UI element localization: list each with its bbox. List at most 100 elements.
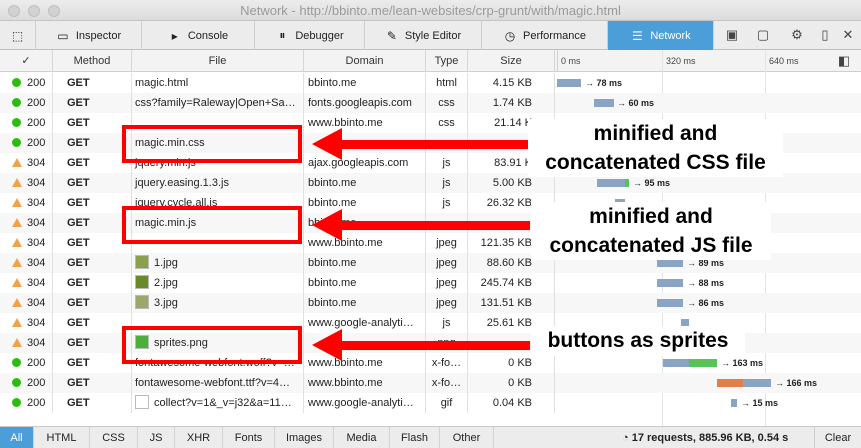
- filter-js-button[interactable]: JS: [138, 427, 175, 448]
- request-row[interactable]: 304 GET 2.jpg bbinto.me jpeg 245.74 KB → 88 ms: [0, 273, 861, 293]
- size-cell: 0.04 KB: [468, 393, 555, 413]
- sprites-file-highlight: [122, 326, 302, 364]
- timing-bar: [717, 379, 743, 387]
- dock-side-icon[interactable]: ▯: [817, 27, 833, 43]
- domain-cell: www.google-analyti…: [304, 393, 426, 413]
- filter-flash-button[interactable]: Flash: [390, 427, 440, 448]
- filter-html-button[interactable]: HTML: [34, 427, 90, 448]
- filter-fonts-button[interactable]: Fonts: [223, 427, 275, 448]
- method-cell: GET: [53, 293, 132, 313]
- css-arrow-shaft: [340, 140, 530, 149]
- status-column-header[interactable]: ✓: [0, 50, 53, 72]
- tab-performance[interactable]: ◷ Performance: [482, 21, 608, 50]
- not-modified-icon: [12, 238, 22, 247]
- timing-bar: [557, 79, 581, 87]
- domain-cell: bbinto.me: [304, 273, 426, 293]
- domain-column-header[interactable]: Domain: [304, 50, 426, 72]
- timing-label: → 166 ms: [775, 378, 818, 388]
- type-cell: js: [426, 313, 468, 333]
- request-row[interactable]: 304 GET 3.jpg bbinto.me jpeg 131.51 KB → 86 ms: [0, 293, 861, 313]
- timeline-cell: → 15 ms: [555, 393, 861, 413]
- type-cell: css: [426, 113, 468, 133]
- not-modified-icon: [12, 158, 22, 167]
- method-column-header[interactable]: Method: [53, 50, 132, 72]
- tab-style-editor[interactable]: ✎ Style Editor: [365, 21, 482, 50]
- status-code: 304: [27, 217, 46, 229]
- request-row[interactable]: 200 GET fontawesome-webfont.ttf?v=4… www.bb…: [0, 373, 861, 393]
- type-cell: css: [426, 93, 468, 113]
- method-cell: GET: [53, 233, 132, 253]
- status-code: 200: [27, 357, 46, 369]
- timeline-cell: → 86 ms: [555, 293, 861, 313]
- timing-bar: [625, 179, 629, 187]
- filter-all-button[interactable]: All: [0, 427, 34, 448]
- tab-network[interactable]: ☰ Network: [608, 21, 714, 50]
- size-column-header[interactable]: Size: [468, 50, 555, 72]
- tab-console[interactable]: ▸ Console: [142, 21, 255, 50]
- js-annotation: minified and concatenated JS file: [531, 202, 771, 260]
- size-cell: 0 KB: [468, 373, 555, 393]
- css-arrow-head: [312, 128, 342, 160]
- domain-cell: bbinto.me: [304, 173, 426, 193]
- split-console-icon[interactable]: ▣: [724, 27, 740, 43]
- filter-images-button[interactable]: Images: [275, 427, 334, 448]
- status-code: 200: [27, 377, 46, 389]
- type-column-header[interactable]: Type: [426, 50, 468, 72]
- tab-inspector[interactable]: ▭ Inspector: [36, 21, 142, 50]
- file-cell: 2.jpg: [132, 273, 304, 293]
- tab-debugger[interactable]: ⏸ Debugger: [255, 21, 365, 50]
- request-row[interactable]: 200 GET magic.html bbinto.me html 4.15 KB → 78…: [0, 73, 861, 93]
- filter-other-button[interactable]: Other: [440, 427, 494, 448]
- method-cell: GET: [53, 113, 132, 133]
- settings-gear-icon[interactable]: ⚙: [789, 27, 805, 43]
- timing-bar: [663, 359, 689, 367]
- toggle-sidebar-icon[interactable]: ◧: [836, 53, 852, 69]
- size-cell: 0 KB: [468, 353, 555, 373]
- request-row[interactable]: 200 GET css?family=Raleway|Open+Sa… fonts.g…: [0, 93, 861, 113]
- domain-cell: fonts.googleapis.com: [304, 93, 426, 113]
- status-cell: 200: [0, 73, 53, 93]
- element-picker-button[interactable]: ⬚: [0, 21, 36, 50]
- domain-cell: bbinto.me: [304, 73, 426, 93]
- filter-xhr-button[interactable]: XHR: [175, 427, 223, 448]
- responsive-mode-icon[interactable]: ▢: [755, 27, 771, 43]
- not-modified-icon: [12, 298, 22, 307]
- request-row[interactable]: 200 GET collect?v=1&_v=j32&a=11… www.google…: [0, 393, 861, 413]
- file-name: 1.jpg: [154, 257, 178, 269]
- domain-cell: bbinto.me: [304, 293, 426, 313]
- clear-button[interactable]: Clear: [814, 427, 861, 448]
- file-column-header[interactable]: File: [132, 50, 304, 72]
- filter-css-button[interactable]: CSS: [90, 427, 138, 448]
- filter-media-button[interactable]: Media: [334, 427, 390, 448]
- type-cell: html: [426, 73, 468, 93]
- timing-bar: [689, 359, 717, 367]
- file-name: 3.jpg: [154, 297, 178, 309]
- status-cell: 304: [0, 153, 53, 173]
- type-cell: js: [426, 173, 468, 193]
- method-cell: GET: [53, 373, 132, 393]
- status-cell: 304: [0, 213, 53, 233]
- file-cell: fontawesome-webfont.ttf?v=4…: [132, 373, 304, 393]
- sprites-annotation: buttons as sprites: [531, 326, 745, 356]
- success-icon: [12, 138, 21, 147]
- status-code: 304: [27, 257, 46, 269]
- file-cell: jquery.easing.1.3.js: [132, 173, 304, 193]
- status-code: 304: [27, 337, 46, 349]
- method-cell: GET: [53, 93, 132, 113]
- status-cell: 304: [0, 233, 53, 253]
- success-icon: [12, 78, 21, 87]
- not-modified-icon: [12, 278, 22, 287]
- js-arrow-head: [312, 209, 342, 241]
- method-cell: GET: [53, 273, 132, 293]
- timing-bar: [743, 379, 771, 387]
- status-code: 304: [27, 157, 46, 169]
- close-devtools-icon[interactable]: ✕: [840, 27, 856, 43]
- not-modified-icon: [12, 178, 22, 187]
- status-cell: 304: [0, 273, 53, 293]
- status-code: 304: [27, 277, 46, 289]
- js-file-highlight: [122, 206, 302, 244]
- file-cell: 1.jpg: [132, 253, 304, 273]
- method-cell: GET: [53, 313, 132, 333]
- method-cell: GET: [53, 353, 132, 373]
- not-modified-icon: [12, 258, 22, 267]
